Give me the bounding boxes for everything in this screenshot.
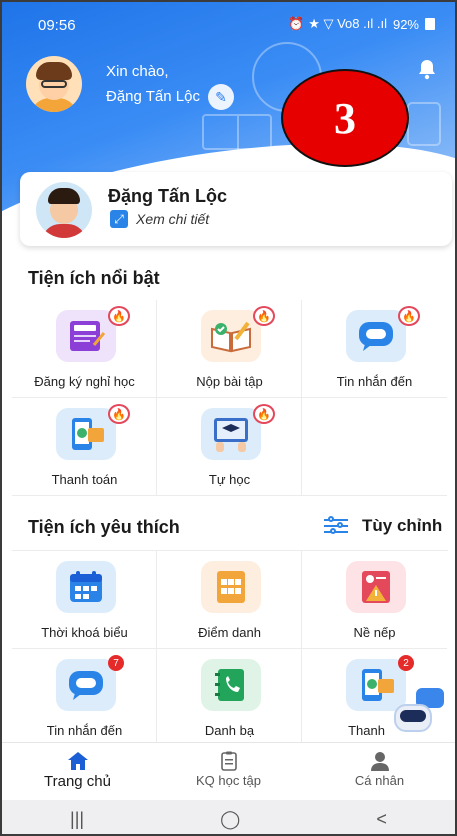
back-button[interactable]: < xyxy=(376,809,387,830)
discipline-icon xyxy=(346,561,406,613)
tile-label: Đăng ký nghỉ học xyxy=(34,374,135,389)
greeting-block: Xin chào, Đặng Tấn Lộc ✎ xyxy=(106,62,234,110)
favorites-grid: Thời khoá biểu Điểm danh Nề nếp 7 Tin nh… xyxy=(12,550,448,747)
tile-label: Tin nhắn đến xyxy=(46,723,123,738)
customize-button[interactable]: Tùy chỉnh xyxy=(324,516,442,536)
tile-discipline[interactable]: Nề nếp xyxy=(302,551,447,649)
book-decoration xyxy=(202,114,272,150)
attendance-icon xyxy=(201,561,261,613)
tile-contacts[interactable]: Danh bạ xyxy=(157,649,302,747)
greeting-text: Xin chào, xyxy=(106,63,169,80)
home-button[interactable]: ◯ xyxy=(220,809,240,830)
view-details-link[interactable]: ⤢ Xem chi tiết xyxy=(110,210,209,228)
empty-cell xyxy=(302,398,447,496)
app-screen: 09:56 ⏰ ★ ▽ Vo8 .ıl .ıl 92% Xin chào, Đặ… xyxy=(0,0,457,836)
step-number-marker: 3 xyxy=(281,69,409,167)
status-bar: 09:56 ⏰ ★ ▽ Vo8 .ıl .ıl 92% xyxy=(2,2,455,46)
hot-icon: 🔥 xyxy=(108,306,130,326)
report-icon xyxy=(153,751,304,771)
tile-submit-homework[interactable]: 🔥 Nộp bài tập xyxy=(157,300,302,398)
leave-form-icon xyxy=(56,310,116,362)
sliders-icon xyxy=(324,516,348,536)
tile-incoming-messages[interactable]: 🔥 Tin nhắn đến xyxy=(302,300,447,398)
tile-label: Nề nếp xyxy=(353,625,396,640)
chatbot-button[interactable] xyxy=(388,688,444,742)
nav-results[interactable]: KQ học tập xyxy=(153,743,304,800)
nav-home[interactable]: Trang chủ xyxy=(2,743,153,800)
tile-attendance[interactable]: Điểm danh xyxy=(157,551,302,649)
nav-profile[interactable]: Cá nhân xyxy=(304,743,455,800)
tile-label: Điểm danh xyxy=(198,625,261,640)
bottom-navigation: Trang chủ KQ học tập Cá nhân xyxy=(2,742,455,800)
parent-avatar[interactable] xyxy=(26,56,82,112)
self-study-icon xyxy=(201,408,261,460)
hot-icon: 🔥 xyxy=(253,404,275,424)
hot-icon: 🔥 xyxy=(253,306,275,326)
contacts-icon xyxy=(201,659,261,711)
tile-incoming-messages[interactable]: 7 Tin nhắn đến xyxy=(12,649,157,747)
system-navigation-bar: ||| ◯ < xyxy=(2,800,455,834)
payment-icon xyxy=(56,408,116,460)
bell-icon[interactable] xyxy=(417,58,437,80)
battery-icon xyxy=(425,18,435,30)
tile-self-study[interactable]: 🔥 Tự học xyxy=(157,398,302,496)
hot-icon: 🔥 xyxy=(108,404,130,424)
message-icon xyxy=(56,659,116,711)
tile-leave-request[interactable]: 🔥 Đăng ký nghỉ học xyxy=(12,300,157,398)
expand-icon: ⤢ xyxy=(110,210,128,228)
nav-label: Cá nhân xyxy=(354,773,405,788)
message-icon xyxy=(346,310,406,362)
tile-label: Thời khoá biểu xyxy=(41,625,128,640)
battery-level: 92% xyxy=(392,16,419,32)
signal-icons: ⏰ ★ ▽ Vo8 .ıl .ıl xyxy=(288,16,387,31)
tile-label: Tin nhắn đến xyxy=(336,374,413,389)
unread-count-badge: 2 xyxy=(398,655,414,671)
favorites-section-title: Tiện ích yêu thích xyxy=(28,517,180,537)
featured-section-title: Tiện ích nổi bật xyxy=(28,268,160,288)
customize-label: Tùy chỉnh xyxy=(362,516,443,535)
tile-label: Thanh toán xyxy=(51,472,118,487)
home-icon xyxy=(2,751,153,771)
student-name: Đặng Tấn Lộc xyxy=(108,186,228,206)
calendar-icon xyxy=(56,561,116,613)
tablet-decoration xyxy=(407,102,441,146)
edit-profile-button[interactable]: ✎ xyxy=(207,84,234,110)
nav-label: Trang chủ xyxy=(44,773,111,790)
student-card[interactable]: Đặng Tấn Lộc ⤢ Xem chi tiết xyxy=(20,172,452,246)
hot-icon: 🔥 xyxy=(398,306,420,326)
person-icon xyxy=(304,751,455,771)
tile-label: Nộp bài tập xyxy=(196,374,263,389)
tile-label: Danh bạ xyxy=(204,723,255,738)
unread-count-badge: 7 xyxy=(108,655,124,671)
tile-timetable[interactable]: Thời khoá biểu xyxy=(12,551,157,649)
robot-visor xyxy=(400,710,426,722)
status-indicators: ⏰ ★ ▽ Vo8 .ıl .ıl 92% xyxy=(288,16,435,32)
tile-payment[interactable]: 🔥 Thanh toán xyxy=(12,398,157,496)
nav-label: KQ học tập xyxy=(195,773,262,788)
pencil-icon: ✎ xyxy=(215,89,227,105)
view-details-label: Xem chi tiết xyxy=(136,211,210,227)
student-avatar xyxy=(36,182,92,238)
parent-name: Đặng Tấn Lộc xyxy=(106,88,200,105)
recent-apps-button[interactable]: ||| xyxy=(70,809,84,830)
tile-label: Tự học xyxy=(208,472,251,487)
homework-icon xyxy=(201,310,261,362)
status-time: 09:56 xyxy=(38,17,76,34)
